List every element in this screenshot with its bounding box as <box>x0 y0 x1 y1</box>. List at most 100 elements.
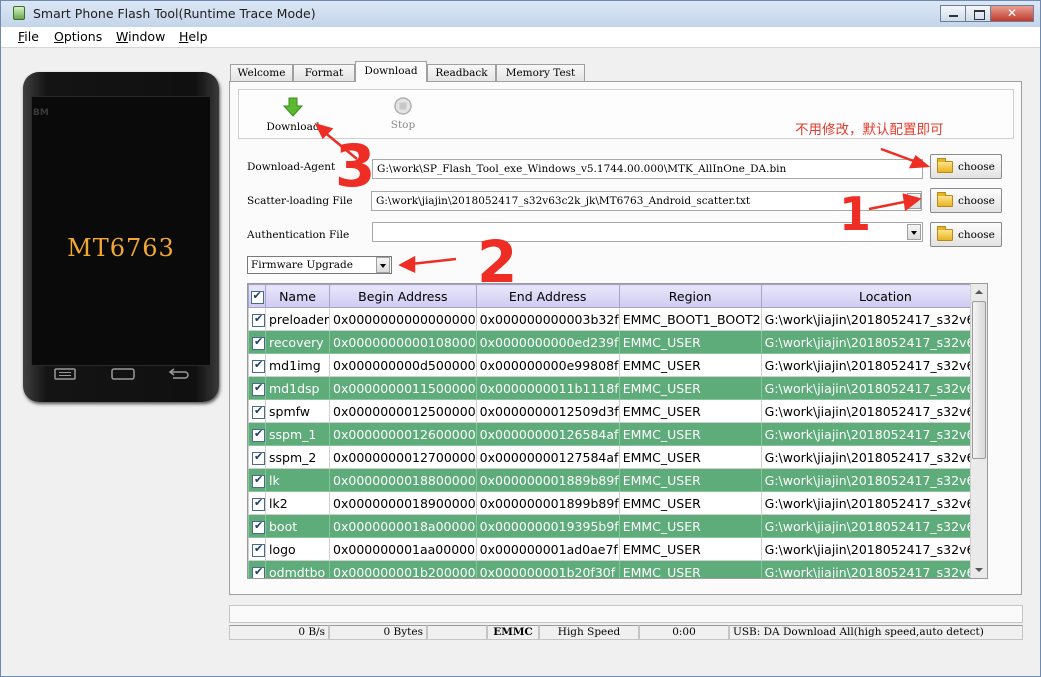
menu-file[interactable]: File <box>18 29 39 44</box>
partition-table: Name Begin Address End Address Region Lo… <box>247 283 988 579</box>
tab-readback[interactable]: Readback <box>427 64 496 81</box>
table-scrollbar[interactable] <box>970 284 987 578</box>
cell-name: recovery <box>264 330 331 354</box>
cell-region: EMMC_USER <box>618 376 762 400</box>
tab-memory-test[interactable]: Memory Test <box>496 64 585 81</box>
maximize-button[interactable] <box>965 5 991 22</box>
cell-location: G:\work\jiajin\2018052417_s32v63c2... <box>760 560 987 578</box>
row-checkbox[interactable] <box>248 330 266 354</box>
cell-name: sspm_1 <box>264 422 331 446</box>
phone-screen <box>31 96 211 366</box>
status-blank <box>427 625 487 640</box>
table-row[interactable]: lk0x00000000188000000x000000001889b89fEM… <box>248 468 987 492</box>
row-checkbox[interactable] <box>248 399 266 423</box>
select-all-checkbox[interactable] <box>248 284 266 308</box>
status-storage: EMMC <box>487 625 539 640</box>
row-checkbox[interactable] <box>248 491 266 515</box>
cell-region: EMMC_USER <box>618 353 762 377</box>
col-begin-address[interactable]: Begin Address <box>329 284 477 308</box>
table-row[interactable]: md1img0x000000000d5000000x000000000e9980… <box>248 353 987 377</box>
menu-options[interactable]: Options <box>54 29 102 44</box>
chip-model: MT6763 <box>67 234 175 262</box>
tab-welcome[interactable]: Welcome <box>230 64 293 81</box>
col-region[interactable]: Region <box>618 284 762 308</box>
row-checkbox[interactable] <box>248 376 266 400</box>
menu-window[interactable]: Window <box>116 29 165 44</box>
cell-region: EMMC_USER <box>618 491 762 515</box>
cell-begin-address: 0x0000000012500000 <box>329 399 477 423</box>
table-row[interactable]: spmfw0x00000000125000000x0000000012509d3… <box>248 399 987 423</box>
cell-end-address: 0x000000001b20f30f <box>475 560 620 578</box>
auth-choose-button[interactable]: choose <box>930 222 1002 247</box>
cell-begin-address: 0x000000001aa00000 <box>329 537 477 561</box>
cell-begin-address: 0x0000000000108000 <box>329 330 477 354</box>
tab-format[interactable]: Format <box>293 64 355 81</box>
auth-dropdown-button[interactable] <box>907 224 921 240</box>
download-agent-field[interactable]: G:\work\SP_Flash_Tool_exe_Windows_v5.174… <box>372 159 923 179</box>
title-bar: Smart Phone Flash Tool(Runtime Trace Mod… <box>1 1 1040 27</box>
mode-select[interactable]: Firmware Upgrade <box>247 256 392 274</box>
col-location[interactable]: Location <box>760 284 987 308</box>
row-checkbox[interactable] <box>248 468 266 492</box>
scroll-down-arrow-icon[interactable] <box>971 562 987 578</box>
cell-end-address: 0x0000000011b1118f <box>475 376 620 400</box>
table-row[interactable]: recovery0x00000000001080000x0000000000ed… <box>248 330 987 354</box>
folder-icon <box>937 158 953 173</box>
cell-location: G:\work\jiajin\2018052417_s32v63c2... <box>760 399 987 423</box>
menu-help[interactable]: Help <box>179 29 208 44</box>
folder-icon <box>937 226 953 241</box>
table-row[interactable]: boot0x0000000018a000000x0000000019395b9f… <box>248 514 987 538</box>
download-label: Download <box>266 121 320 133</box>
cell-begin-address: 0x0000000018a00000 <box>329 514 477 538</box>
row-checkbox[interactable] <box>248 514 266 538</box>
minimize-button[interactable] <box>940 5 966 22</box>
app-window: Smart Phone Flash Tool(Runtime Trace Mod… <box>0 0 1041 677</box>
row-checkbox[interactable] <box>248 560 266 578</box>
stop-label: Stop <box>390 119 416 131</box>
row-checkbox[interactable] <box>248 422 266 446</box>
stop-icon <box>394 97 412 115</box>
table-row[interactable]: logo0x000000001aa000000x000000001ad0ae7f… <box>248 537 987 561</box>
scatter-choose-button[interactable]: choose <box>930 188 1002 213</box>
cell-region: EMMC_USER <box>618 468 762 492</box>
row-checkbox[interactable] <box>248 537 266 561</box>
close-button[interactable] <box>990 5 1034 22</box>
row-checkbox[interactable] <box>248 353 266 377</box>
table-row[interactable]: preloader0x00000000000000000x00000000000… <box>248 307 987 331</box>
folder-icon <box>937 192 953 207</box>
status-bar: 0 B/s 0 Bytes EMMC High Speed 0:00 USB: … <box>229 625 1023 640</box>
cell-location: G:\work\jiajin\2018052417_s32v63c2... <box>760 468 987 492</box>
tab-download[interactable]: Download <box>355 61 427 82</box>
mode-dropdown-icon[interactable] <box>376 257 390 273</box>
table-row[interactable]: odmdtbo0x000000001b2000000x000000001b20f… <box>248 560 987 578</box>
window-title: Smart Phone Flash Tool(Runtime Trace Mod… <box>33 6 316 21</box>
cell-region: EMMC_USER <box>618 422 762 446</box>
table-row[interactable]: sspm_20x00000000127000000x00000000127584… <box>248 445 987 469</box>
scatter-dropdown-button[interactable] <box>907 193 921 209</box>
scroll-up-arrow-icon[interactable] <box>971 284 987 300</box>
table-row[interactable]: md1dsp0x00000000115000000x0000000011b111… <box>248 376 987 400</box>
scroll-thumb[interactable] <box>972 301 986 459</box>
cell-name: sspm_2 <box>264 445 331 469</box>
cell-begin-address: 0x0000000018900000 <box>329 491 477 515</box>
col-name[interactable]: Name <box>264 284 331 308</box>
download-agent-choose-button[interactable]: choose <box>930 154 1002 179</box>
cell-end-address: 0x000000000003b32f <box>475 307 620 331</box>
stop-button[interactable]: Stop <box>381 96 425 131</box>
app-icon <box>13 6 25 20</box>
status-time: 0:00 <box>639 625 729 640</box>
cell-name: logo <box>264 537 331 561</box>
annotation-number-2: 2 <box>477 228 518 296</box>
cell-location: G:\work\jiajin\2018052417_s32v63c2... <box>760 491 987 515</box>
annotation-number-3: 3 <box>335 132 376 200</box>
cell-end-address: 0x0000000012509d3f <box>475 399 620 423</box>
table-row[interactable]: lk20x00000000189000000x000000001899b89fE… <box>248 491 987 515</box>
cell-end-address: 0x000000000e99808f <box>475 353 620 377</box>
cell-end-address: 0x000000001ad0ae7f <box>475 537 620 561</box>
table-row[interactable]: sspm_10x00000000126000000x00000000126584… <box>248 422 987 446</box>
cell-region: EMMC_USER <box>618 399 762 423</box>
home-key-icon <box>111 368 135 380</box>
row-checkbox[interactable] <box>248 445 266 469</box>
download-button[interactable]: Download <box>263 96 323 133</box>
row-checkbox[interactable] <box>248 307 266 331</box>
